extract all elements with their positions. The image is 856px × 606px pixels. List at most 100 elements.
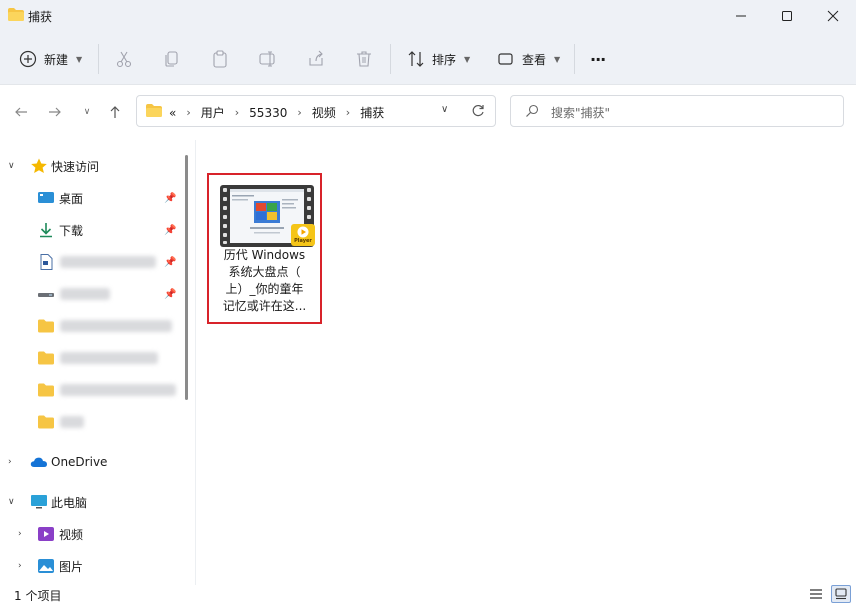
cloud-icon [30, 457, 47, 467]
redacted-label [60, 256, 156, 268]
new-label: 新建 [44, 52, 69, 67]
chevron-down-icon[interactable]: ∨ [8, 161, 15, 171]
sidebar-item-label: 此电脑 [51, 495, 88, 510]
chevron-right-icon[interactable]: › [297, 106, 301, 119]
redacted-label [60, 320, 172, 332]
sidebar-item-onedrive[interactable]: › OneDrive [0, 447, 180, 477]
breadcrumb-captures[interactable]: 捕获 [360, 104, 384, 121]
close-button[interactable] [810, 0, 856, 32]
breadcrumb: « › 用户 › 55330 › 视频 › 捕获 [169, 104, 384, 121]
star-icon [31, 158, 47, 173]
arrow-right-icon [49, 107, 61, 117]
plus-circle-icon [18, 49, 38, 69]
breadcrumb-users[interactable]: 用户 [201, 104, 225, 121]
paste-button[interactable] [210, 45, 230, 73]
back-button[interactable] [8, 98, 34, 126]
forward-button[interactable] [42, 98, 68, 126]
document-icon [40, 254, 53, 270]
sidebar-item-desktop[interactable]: 桌面 📌 [0, 183, 180, 213]
sidebar-item-folder[interactable] [0, 311, 180, 341]
drive-icon [38, 293, 54, 297]
file-name-line: 上）_你的童年 [225, 282, 304, 296]
minimize-button[interactable] [718, 0, 764, 32]
sidebar-item-pinned-document[interactable]: 📌 [0, 247, 180, 277]
chevron-down-icon: ▼ [464, 54, 471, 64]
sidebar-item-quick-access[interactable]: ∨ 快速访问 [0, 151, 180, 181]
sidebar-scrollbar[interactable] [185, 155, 188, 400]
sort-button[interactable]: 排序 ▼ [406, 45, 470, 73]
toolbar-divider [574, 44, 575, 74]
chevron-down-icon: ▼ [76, 54, 83, 64]
sidebar-item-pinned-drive[interactable]: 📌 [0, 279, 180, 309]
chevron-down-icon[interactable]: ∨ [8, 497, 15, 507]
sidebar-item-label: 视频 [59, 527, 84, 542]
up-button[interactable] [102, 98, 128, 126]
cut-button[interactable] [114, 45, 134, 73]
new-button[interactable]: 新建 ▼ [18, 45, 82, 73]
status-bar: 1 个项目 [0, 585, 856, 606]
delete-button[interactable] [354, 45, 374, 73]
rename-button[interactable] [258, 45, 278, 73]
maximize-icon [782, 11, 792, 21]
file-name: 历代 Windows 系统大盘点（ 上）_你的童年 记忆或许在这... [213, 247, 316, 315]
chevron-right-icon[interactable]: › [18, 561, 22, 571]
more-options-button[interactable]: ··· [590, 45, 606, 73]
folder-icon [38, 383, 54, 397]
sort-label: 排序 [432, 52, 457, 67]
folder-icon [8, 8, 24, 21]
sidebar-item-videos[interactable]: › 视频 [0, 519, 180, 549]
search-icon [526, 104, 539, 117]
video-icon [38, 527, 54, 541]
chevron-right-icon[interactable]: › [18, 529, 22, 539]
navigation-row: ∨ « › 用户 › 55330 › 视频 › 捕获 ∨ 搜索"捕获" [0, 85, 856, 140]
copy-icon [162, 49, 182, 69]
chevron-right-icon[interactable]: › [8, 457, 12, 467]
search-box[interactable]: 搜索"捕获" [510, 95, 844, 127]
breadcrumb-videos[interactable]: 视频 [312, 104, 336, 121]
copy-button[interactable] [162, 45, 182, 73]
sidebar-item-pictures[interactable]: › 图片 [0, 551, 180, 581]
sidebar-item-label: 下载 [59, 223, 84, 238]
command-bar: 新建 ▼ 排序 ▼ 查看 ▼ ··· [0, 32, 856, 85]
refresh-icon[interactable] [471, 104, 485, 118]
toolbar-divider [98, 44, 99, 74]
large-icons-view-button[interactable] [831, 585, 851, 603]
sidebar-item-folder[interactable] [0, 375, 180, 405]
sidebar-item-label: 桌面 [59, 191, 84, 206]
list-view-icon [810, 589, 822, 599]
view-label: 查看 [522, 52, 547, 67]
folder-icon [38, 319, 54, 333]
share-icon [306, 49, 326, 69]
details-view-button[interactable] [806, 585, 826, 603]
file-name-line: 记忆或许在这... [222, 299, 307, 313]
chevron-right-icon[interactable]: › [346, 106, 350, 119]
window-title: 捕获 [28, 10, 53, 24]
pin-icon: 📌 [164, 192, 177, 204]
chevron-right-icon[interactable]: › [186, 106, 190, 119]
share-button[interactable] [306, 45, 326, 73]
recent-locations-button[interactable]: ∨ [74, 98, 100, 126]
rename-icon [258, 49, 278, 69]
sidebar-item-this-pc[interactable]: ∨ 此电脑 [0, 487, 180, 517]
file-item-video[interactable]: Player 历代 Windows 系统大盘点（ 上）_你的童年 记忆或许在这.… [207, 173, 322, 324]
sidebar-item-folder[interactable] [0, 407, 180, 437]
address-bar[interactable]: « › 用户 › 55330 › 视频 › 捕获 ∨ [136, 95, 496, 127]
redacted-label [60, 352, 158, 364]
sidebar-item-downloads[interactable]: 下载 📌 [0, 215, 180, 245]
tiles-view-icon [835, 588, 847, 600]
address-dropdown-icon[interactable]: ∨ [441, 104, 448, 115]
redacted-label [60, 384, 176, 396]
desktop-icon [38, 192, 54, 203]
view-button[interactable]: 查看 ▼ [496, 45, 560, 73]
scissors-icon [114, 49, 134, 69]
view-icon [496, 49, 516, 69]
breadcrumb-overflow[interactable]: « [169, 106, 176, 120]
minimize-icon [736, 15, 746, 17]
breadcrumb-user-folder[interactable]: 55330 [249, 106, 287, 120]
sidebar-item-folder[interactable] [0, 343, 180, 373]
search-input[interactable]: 搜索"捕获" [551, 104, 610, 121]
chevron-right-icon[interactable]: › [235, 106, 239, 119]
file-name-line: 历代 Windows [223, 248, 306, 262]
maximize-button[interactable] [764, 0, 810, 32]
sidebar-item-label: OneDrive [51, 455, 108, 469]
